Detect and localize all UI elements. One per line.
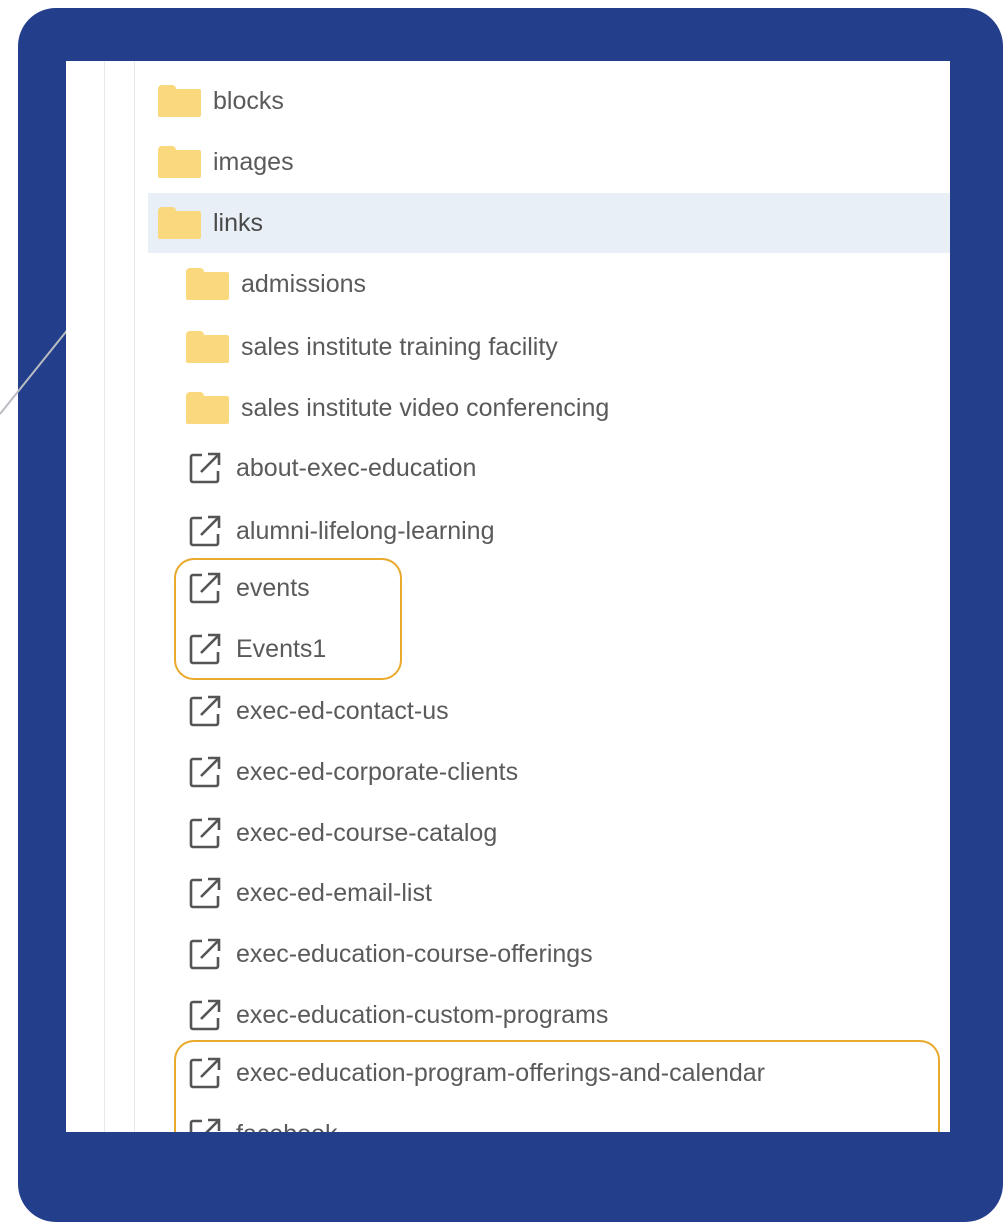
tree-item-label: exec-education-course-offerings [236, 939, 593, 968]
file-tree-panel: blocks images links admissions sales ins… [66, 61, 950, 1132]
folder-icon [186, 331, 229, 363]
tree-item-link[interactable]: exec-ed-contact-us [188, 681, 449, 741]
folder-icon [158, 146, 201, 178]
tree-item-link[interactable]: exec-education-program-offerings-and-cal… [188, 1043, 765, 1103]
tree-item-label: exec-ed-course-catalog [236, 818, 498, 847]
tree-item-blocks[interactable]: blocks [158, 71, 284, 131]
tree-guide-line [104, 61, 105, 1132]
tree-item-label: exec-education-custom-programs [236, 1000, 609, 1029]
tree-item-label: exec-ed-contact-us [236, 696, 449, 725]
external-link-icon [189, 1057, 221, 1089]
external-link-icon [189, 756, 221, 788]
tree-guide-line [134, 61, 135, 1132]
tree-item-label: exec-education-program-offerings-and-cal… [236, 1058, 765, 1087]
tree-item-link[interactable]: about-exec-education [188, 438, 476, 498]
tree-item-link[interactable]: facebook [188, 1104, 337, 1132]
external-link-icon [189, 817, 221, 849]
tree-item-label: admissions [241, 269, 367, 298]
tree-item-label: exec-ed-corporate-clients [236, 757, 519, 786]
tree-item-link[interactable]: events [188, 558, 310, 618]
external-link-icon [189, 452, 221, 484]
tree-item-link[interactable]: exec-education-course-offerings [188, 924, 593, 984]
tree-item-label: about-exec-education [236, 453, 477, 482]
external-link-icon [189, 515, 221, 547]
tree-item-link[interactable]: exec-ed-corporate-clients [188, 742, 518, 802]
tree-item-link[interactable]: exec-education-custom-programs [188, 985, 608, 1045]
tree-item-label: links [213, 208, 264, 237]
tree-item-sales-institute-training-facility[interactable]: sales institute training facility [186, 317, 558, 377]
external-link-icon [189, 695, 221, 727]
tree-item-links[interactable]: links [158, 193, 263, 253]
external-link-icon [189, 1118, 221, 1132]
tree-item-link[interactable]: Events1 [188, 619, 326, 679]
folder-icon [186, 392, 229, 424]
tree-item-admissions[interactable]: admissions [186, 254, 366, 314]
tree-item-link[interactable]: exec-ed-course-catalog [188, 803, 497, 863]
selected-row-highlight [148, 193, 950, 253]
tree-item-label: facebook [236, 1120, 337, 1133]
tree-item-label: sales institute training facility [241, 332, 558, 361]
tree-item-label: Events1 [236, 634, 327, 663]
tree-item-label: blocks [213, 86, 284, 115]
folder-icon [158, 85, 201, 117]
tree-item-link[interactable]: exec-ed-email-list [188, 863, 432, 923]
external-link-icon [189, 938, 221, 970]
tree-item-label: images [213, 147, 294, 176]
external-link-icon [189, 999, 221, 1031]
tree-item-images[interactable]: images [158, 132, 294, 192]
external-link-icon [189, 877, 221, 909]
external-link-icon [189, 572, 221, 604]
folder-icon [158, 207, 201, 239]
tree-item-label: alumni-lifelong-learning [236, 516, 495, 545]
tree-item-label: events [236, 573, 310, 602]
tree-item-label: sales institute video conferencing [241, 393, 610, 422]
external-link-icon [189, 633, 221, 665]
tree-item-link[interactable]: alumni-lifelong-learning [188, 501, 494, 561]
folder-icon [186, 268, 229, 300]
tree-item-sales-institute-video-conferencing[interactable]: sales institute video conferencing [186, 378, 609, 438]
tree-item-label: exec-ed-email-list [236, 878, 432, 907]
